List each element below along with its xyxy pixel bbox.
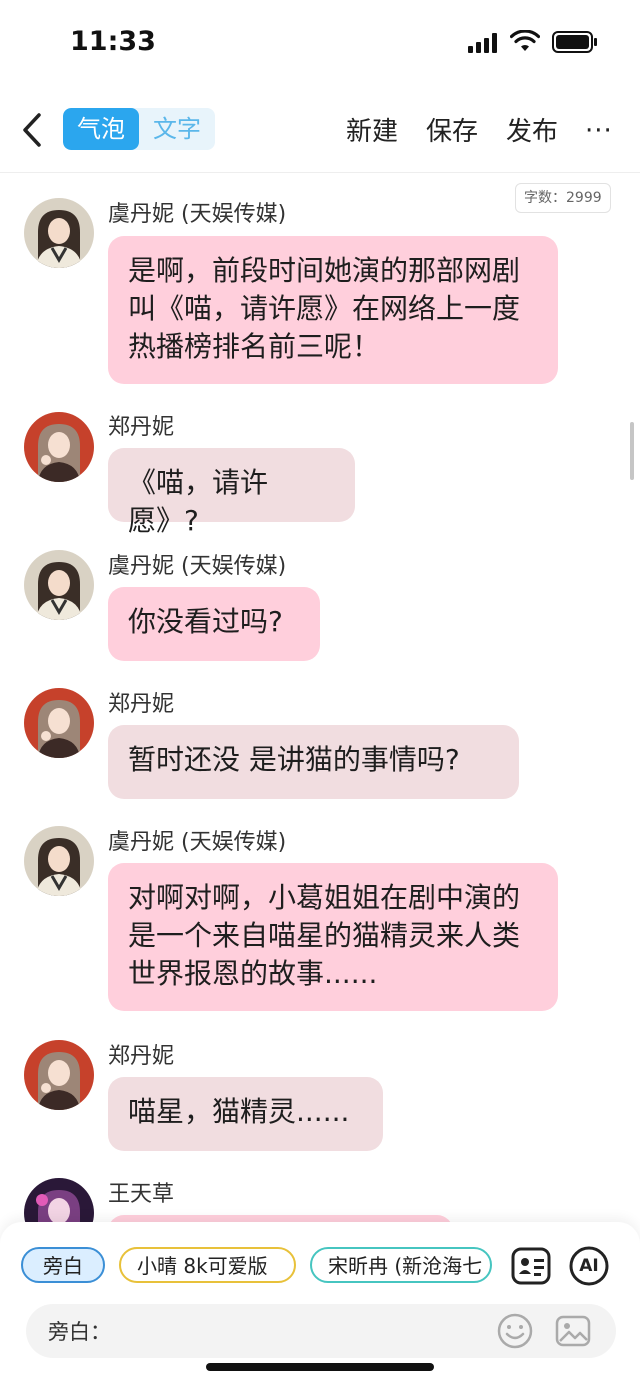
message-bubble[interactable]: 喵星，猫精灵...... — [108, 1077, 383, 1151]
message-bubble[interactable]: 暂时还没 是讲猫的事情吗? — [108, 725, 519, 799]
status-bar: 11:33 — [0, 0, 640, 86]
emoji-icon[interactable] — [496, 1312, 534, 1350]
publish-button[interactable]: 发布 — [506, 111, 558, 148]
sender-name: 王天草 — [108, 1182, 175, 1207]
contacts-icon[interactable] — [510, 1245, 552, 1287]
role-chip[interactable]: 宋昕冉 (新沧海七 — [310, 1247, 492, 1283]
avatar[interactable] — [24, 198, 94, 268]
avatar[interactable] — [24, 688, 94, 758]
sender-name: 虞丹妮 (天娱传媒) — [108, 554, 287, 579]
avatar[interactable] — [24, 1040, 94, 1110]
image-icon[interactable] — [554, 1312, 592, 1350]
sender-name: 郑丹妮 — [108, 415, 175, 440]
sender-name: 虞丹妮 (天娱传媒) — [108, 202, 287, 227]
new-button[interactable]: 新建 — [346, 111, 398, 148]
sender-name: 郑丹妮 — [108, 692, 175, 717]
avatar[interactable] — [24, 826, 94, 896]
message-bubble[interactable]: 是啊，前段时间她演的那部网剧叫《喵，请许愿》在网络上一度热播榜排名前三呢！ — [108, 236, 558, 384]
nav-divider — [0, 172, 640, 173]
input-role-label: 旁白： — [48, 1320, 111, 1344]
sender-name: 郑丹妮 — [108, 1044, 175, 1069]
sender-name: 虞丹妮 (天娱传媒) — [108, 830, 287, 855]
composer-panel: 旁白 小晴 8k可爱版 宋昕冉 (新沧海七 AI 旁白： — [0, 1222, 640, 1385]
mode-toggle: 气泡 文字 — [63, 108, 215, 150]
message-bubble[interactable]: 你没看过吗? — [108, 587, 320, 661]
tab-bubble[interactable]: 气泡 — [63, 108, 139, 150]
avatar[interactable] — [24, 412, 94, 482]
tab-text[interactable]: 文字 — [139, 108, 215, 150]
message-bubble[interactable]: 《喵，请许愿》? — [108, 448, 355, 537]
wifi-icon — [510, 30, 540, 51]
scrollbar[interactable] — [630, 422, 634, 480]
nav-bar: 气泡 文字 新建 保存 发布 ··· — [0, 96, 640, 166]
role-chip-narrator[interactable]: 旁白 — [21, 1247, 105, 1283]
back-arrow-icon[interactable] — [20, 112, 46, 148]
battery-icon — [552, 31, 597, 53]
avatar[interactable] — [24, 550, 94, 620]
status-time: 11:33 — [70, 26, 156, 57]
role-chip[interactable]: 小晴 8k可爱版 — [119, 1247, 296, 1283]
word-count-badge: 字数：2999 — [515, 183, 611, 213]
message-input[interactable] — [116, 1314, 480, 1350]
message-input-row: 旁白： — [26, 1304, 616, 1358]
home-indicator — [206, 1363, 434, 1371]
signal-icon — [468, 33, 497, 53]
save-button[interactable]: 保存 — [426, 111, 478, 148]
more-icon[interactable]: ··· — [585, 116, 613, 146]
message-bubble[interactable]: 对啊对啊，小葛姐姐在剧中演的是一个来自喵星的猫精灵来人类世界报恩的故事.....… — [108, 863, 558, 1011]
ai-assistant-button[interactable]: AI — [568, 1245, 610, 1291]
ai-label: AI — [579, 1256, 599, 1276]
